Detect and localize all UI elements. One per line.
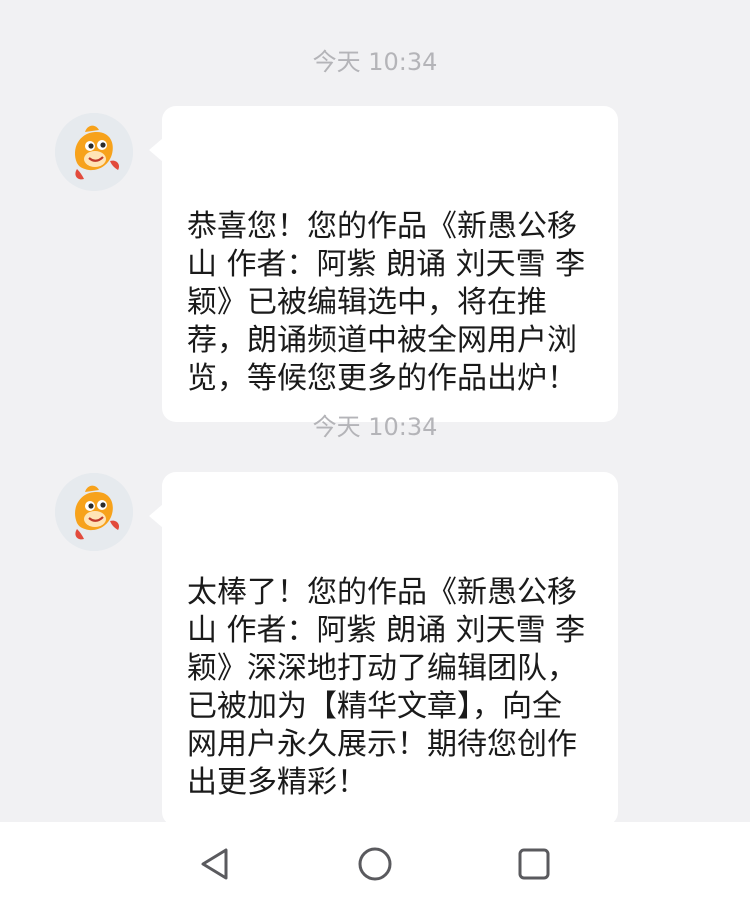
chat-area: 今天 10:34 恭喜您！您的作品《新愚公移 山 作者：阿紫 朗诵 刘天雪 李 … [0, 0, 750, 826]
orange-fish-mascot-icon [55, 113, 133, 191]
sender-avatar[interactable] [55, 473, 133, 551]
circle-home-icon [358, 847, 392, 881]
message-text: 恭喜您！您的作品《新愚公移 山 作者：阿紫 朗诵 刘天雪 李 颖》已被编辑选中，… [187, 209, 586, 396]
orange-fish-mascot-icon [55, 473, 133, 551]
square-recents-icon [518, 848, 550, 880]
navigation-bar [0, 822, 750, 903]
message-timestamp: 今天 10:34 [312, 48, 438, 76]
bubble-tail [149, 138, 163, 162]
sender-avatar[interactable] [55, 113, 133, 191]
message-text: 太棒了！您的作品《新愚公移 山 作者：阿紫 朗诵 刘天雪 李 颖》深深地打动了编… [187, 575, 586, 800]
bubble-tail [149, 504, 163, 528]
message-bubble[interactable]: 太棒了！您的作品《新愚公移 山 作者：阿紫 朗诵 刘天雪 李 颖》深深地打动了编… [149, 472, 618, 826]
message-bubble[interactable]: 恭喜您！您的作品《新愚公移 山 作者：阿紫 朗诵 刘天雪 李 颖》已被编辑选中，… [149, 106, 618, 422]
back-button[interactable] [196, 844, 236, 884]
message-timestamp: 今天 10:34 [312, 413, 438, 441]
triangle-back-icon [201, 848, 228, 880]
home-button[interactable] [355, 844, 395, 884]
recents-button[interactable] [514, 844, 554, 884]
